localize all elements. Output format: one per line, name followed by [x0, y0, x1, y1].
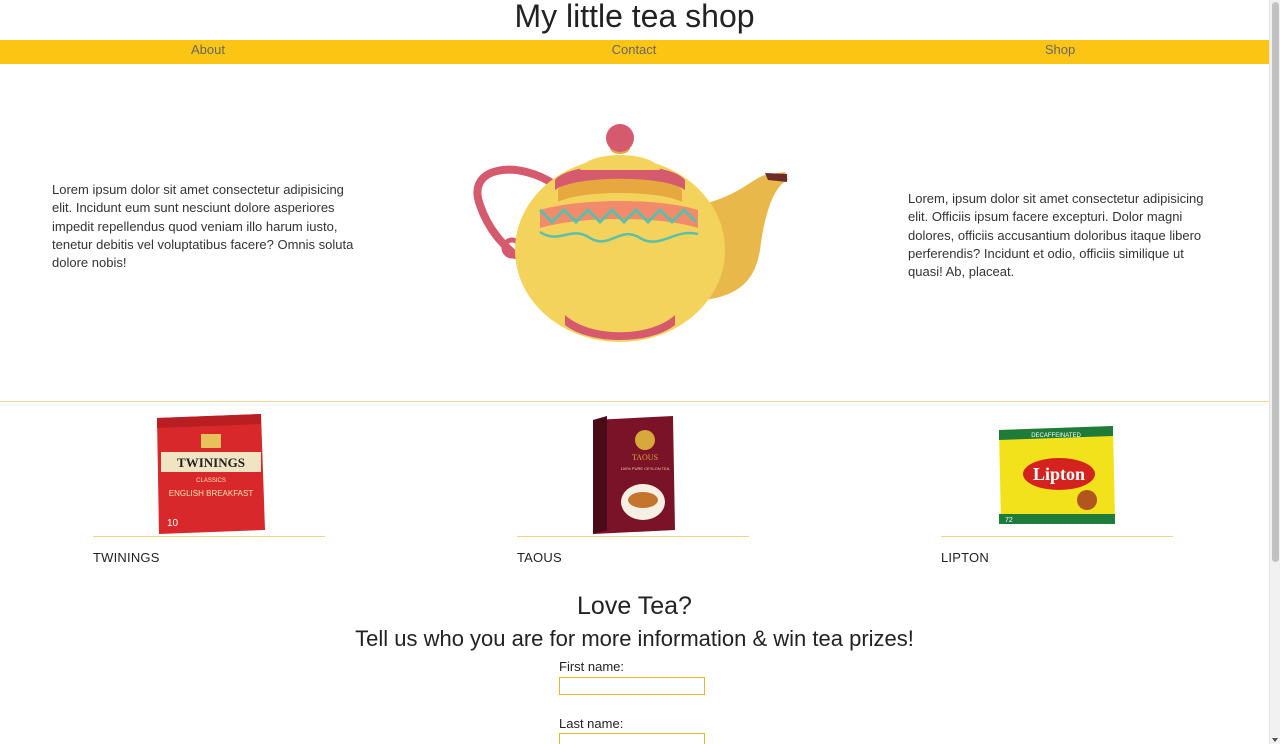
page: My little tea shop About Contact Shop Lo…	[0, 0, 1269, 744]
teapot-illustration	[473, 124, 788, 342]
taous-box-image[interactable]: TAOUS 100% PURE CEYLON TEA	[517, 410, 749, 536]
hero-right-text: Lorem, ipsum dolor sit amet consectetur …	[908, 191, 1204, 280]
nav-link-about[interactable]: About	[191, 42, 225, 57]
signup-heading: Love Tea?	[577, 592, 692, 620]
product-underline	[93, 536, 325, 537]
first-name-input[interactable]	[559, 677, 705, 695]
svg-text:TAOUS: TAOUS	[632, 453, 658, 462]
product-underline	[941, 536, 1173, 537]
svg-text:10: 10	[167, 518, 179, 529]
scroll-down-arrow-icon[interactable]	[1272, 738, 1278, 742]
product-name: TWININGS	[93, 550, 160, 565]
main-nav: About Contact Shop	[0, 40, 1269, 64]
svg-text:CLASSICS: CLASSICS	[196, 478, 226, 484]
svg-text:ENGLISH BREAKFAST: ENGLISH BREAKFAST	[169, 489, 254, 498]
lipton-box-image[interactable]: DECAFFEINATED Lipton 72	[941, 410, 1173, 536]
svg-text:72: 72	[1005, 517, 1013, 524]
svg-text:100% PURE CEYLON TEA: 100% PURE CEYLON TEA	[621, 466, 670, 471]
last-name-label: Last name:	[559, 716, 624, 731]
first-name-label: First name:	[559, 659, 625, 674]
product-underline	[517, 536, 749, 537]
scrollbar-thumb[interactable]	[1272, 2, 1279, 562]
product-card-lipton[interactable]: DECAFFEINATED Lipton 72 LIPTON	[941, 410, 1173, 580]
product-card-taous[interactable]: TAOUS 100% PURE CEYLON TEA TAOUS	[517, 410, 749, 580]
nav-link-contact[interactable]: Contact	[612, 42, 657, 57]
hero-left-text: Lorem ipsum dolor sit amet consectetur a…	[52, 182, 354, 271]
signup-subheading: Tell us who you are for more information…	[355, 626, 914, 651]
svg-text:TWININGS: TWININGS	[177, 455, 245, 470]
svg-text:Lipton: Lipton	[1033, 464, 1085, 484]
site-title: My little tea shop	[514, 0, 755, 34]
last-name-input[interactable]	[559, 733, 705, 744]
svg-text:DECAFFEINATED: DECAFFEINATED	[1031, 433, 1081, 439]
section-divider	[0, 401, 1269, 402]
product-name: LIPTON	[941, 550, 989, 565]
vertical-scrollbar[interactable]	[1269, 0, 1280, 744]
nav-link-shop[interactable]: Shop	[1045, 42, 1075, 57]
product-card-twinings[interactable]: TWININGS CLASSICS ENGLISH BREAKFAST 10 T…	[93, 410, 325, 580]
twinings-box-image[interactable]: TWININGS CLASSICS ENGLISH BREAKFAST 10	[93, 410, 325, 536]
product-name: TAOUS	[517, 550, 562, 565]
